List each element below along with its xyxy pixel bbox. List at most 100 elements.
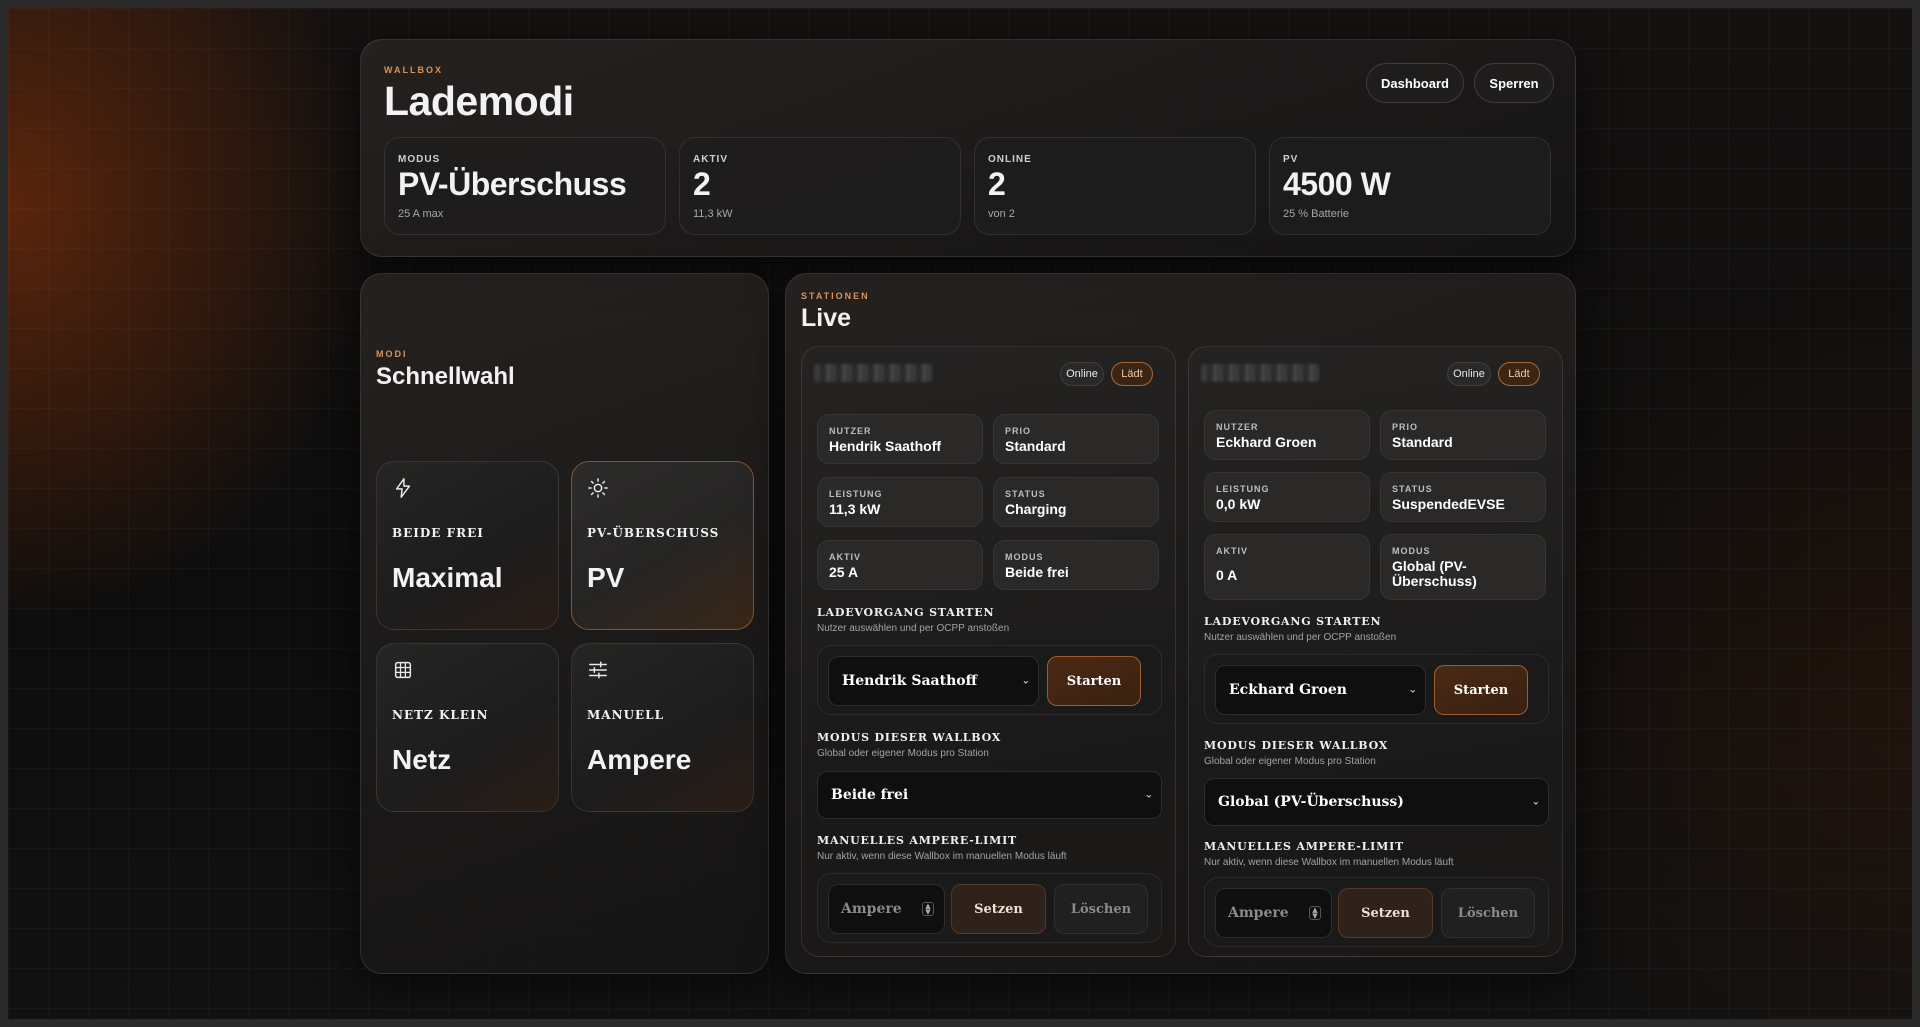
header-card: WALLBOX Lademodi Dashboard Sperren MODUS… xyxy=(360,39,1576,257)
mode-tile-label: PV-ÜBERSCHUSS xyxy=(587,526,720,540)
sliders-icon xyxy=(589,661,607,679)
stat-label: PV xyxy=(1283,154,1299,165)
stat-value: 4500 W xyxy=(1283,166,1391,202)
info-label: PRIO xyxy=(1005,426,1032,436)
start-well: Hendrik Saathoff ⌄ Starten xyxy=(817,645,1162,715)
stat-card-online: ONLINE 2 von 2 xyxy=(974,137,1256,235)
info-label: AKTIV xyxy=(829,552,861,562)
stations-card: STATIONEN Live Online Lädt NUTZER Hendri… xyxy=(785,273,1576,974)
stat-sub: von 2 xyxy=(988,208,1015,220)
lock-button[interactable]: Sperren xyxy=(1474,63,1554,103)
bolt-icon xyxy=(395,478,411,498)
info-prio: PRIO Standard xyxy=(993,414,1159,464)
stat-value: 2 xyxy=(988,166,1006,202)
mode-section-subtitle: Global oder eigener Modus pro Station xyxy=(1204,756,1376,767)
stat-value: PV-Überschuss xyxy=(398,166,627,202)
chevron-down-icon: ⌄ xyxy=(1144,789,1153,801)
user-select[interactable]: Hendrik Saathoff ⌄ xyxy=(828,656,1039,706)
start-button[interactable]: Starten xyxy=(1434,665,1528,715)
stat-label: ONLINE xyxy=(988,154,1032,165)
amp-section-subtitle: Nur aktiv, wenn diese Wallbox im manuell… xyxy=(1204,857,1454,868)
mode-select[interactable]: Beide frei ⌄ xyxy=(817,771,1162,819)
stepper-icon[interactable]: ▲ ▼ xyxy=(1309,906,1321,920)
set-button[interactable]: Setzen xyxy=(1338,888,1433,938)
amp-section-title: MANUELLES AMPERE-LIMIT xyxy=(817,834,1018,847)
mode-select-value: Beide frei xyxy=(831,787,909,803)
mode-tile-value: Maximal xyxy=(392,562,503,593)
info-label: PRIO xyxy=(1392,422,1419,432)
charging-badge: Lädt xyxy=(1111,362,1153,386)
info-value: Beide frei xyxy=(1005,564,1069,580)
mode-section-subtitle: Global oder eigener Modus pro Station xyxy=(817,748,989,759)
info-value: 0 A xyxy=(1216,567,1238,583)
user-select[interactable]: Eckhard Groen ⌄ xyxy=(1215,665,1426,715)
mode-tile-beide-frei[interactable]: BEIDE FREI Maximal xyxy=(376,461,559,630)
amp-well: Ampere ▲ ▼ Setzen Löschen xyxy=(1204,877,1549,947)
amp-section-subtitle: Nur aktiv, wenn diese Wallbox im manuell… xyxy=(817,851,1067,862)
online-badge: Online xyxy=(1447,362,1491,386)
mode-tile-label: MANUELL xyxy=(587,708,665,722)
mode-tile-netz-klein[interactable]: NETZ KLEIN Netz xyxy=(376,643,559,812)
mode-tile-value: PV xyxy=(587,562,625,593)
stepper-icon[interactable]: ▲ ▼ xyxy=(922,902,934,916)
station-card-1: Online Lädt NUTZER Hendrik Saathoff PRIO… xyxy=(801,346,1176,957)
info-value: 0,0 kW xyxy=(1216,496,1261,512)
info-active: AKTIV 25 A xyxy=(817,540,983,590)
info-status: STATUS SuspendedEVSE xyxy=(1380,472,1546,522)
info-label: MODUS xyxy=(1392,546,1431,556)
station-card-2: Online Lädt NUTZER Eckhard Groen PRIO St… xyxy=(1188,346,1563,957)
chevron-down-icon: ⌄ xyxy=(1408,684,1417,696)
modes-title: Schnellwahl xyxy=(376,363,515,390)
stat-card-mode: MODUS PV-Überschuss 25 A max xyxy=(384,137,666,235)
page-title: Lademodi xyxy=(384,78,574,124)
info-power: LEISTUNG 0,0 kW xyxy=(1204,472,1370,522)
start-section-title: LADEVORGANG STARTEN xyxy=(1204,615,1382,628)
info-value: Standard xyxy=(1392,434,1453,450)
info-label: LEISTUNG xyxy=(1216,484,1270,494)
clear-button[interactable]: Löschen xyxy=(1054,884,1148,934)
info-label: STATUS xyxy=(1005,489,1046,499)
amp-well: Ampere ▲ ▼ Setzen Löschen xyxy=(817,873,1162,943)
dashboard-button[interactable]: Dashboard xyxy=(1366,63,1464,103)
info-label: LEISTUNG xyxy=(829,489,883,499)
mode-tile-value: Netz xyxy=(392,744,452,775)
info-user: NUTZER Eckhard Groen xyxy=(1204,410,1370,460)
info-value: 11,3 kW xyxy=(829,501,881,517)
stat-sub: 25 % Batterie xyxy=(1283,208,1350,220)
mode-select[interactable]: Global (PV-Überschuss) ⌄ xyxy=(1204,778,1549,826)
mode-tile-label: NETZ KLEIN xyxy=(392,708,489,722)
start-well: Eckhard Groen ⌄ Starten xyxy=(1204,654,1549,724)
start-button[interactable]: Starten xyxy=(1047,656,1141,706)
info-prio: PRIO Standard xyxy=(1380,410,1546,460)
start-section-subtitle: Nutzer auswählen und per OCPP anstoßen xyxy=(1204,632,1397,643)
info-active: AKTIV 0 A xyxy=(1204,534,1370,600)
info-mode: MODUS Beide frei xyxy=(993,540,1159,590)
info-value: 25 A xyxy=(829,564,859,580)
amp-section-title: MANUELLES AMPERE-LIMIT xyxy=(1204,840,1405,853)
ampere-input[interactable]: Ampere ▲ ▼ xyxy=(1215,888,1332,938)
ampere-input[interactable]: Ampere ▲ ▼ xyxy=(828,884,945,934)
header-eyebrow: WALLBOX xyxy=(384,65,443,75)
start-section-subtitle: Nutzer auswählen und per OCPP anstoßen xyxy=(817,623,1010,634)
info-user: NUTZER Hendrik Saathoff xyxy=(817,414,983,464)
mode-tile-pv-ueberschuss[interactable]: PV-ÜBERSCHUSS PV xyxy=(571,461,754,630)
ampere-input-placeholder: Ampere xyxy=(841,901,902,917)
stat-label: AKTIV xyxy=(693,154,728,165)
stat-card-active: AKTIV 2 11,3 kW xyxy=(679,137,961,235)
clear-button[interactable]: Löschen xyxy=(1441,888,1535,938)
set-button[interactable]: Setzen xyxy=(951,884,1046,934)
info-mode: MODUS Global (PV-Überschuss) xyxy=(1380,534,1546,600)
station-name-redacted xyxy=(1201,364,1319,382)
mode-section-title: MODUS DIESER WALLBOX xyxy=(1204,739,1389,752)
user-select-value: Hendrik Saathoff xyxy=(842,673,978,689)
info-label: NUTZER xyxy=(1216,422,1259,432)
info-value: Standard xyxy=(1005,438,1066,454)
info-label: MODUS xyxy=(1005,552,1044,562)
info-value: Hendrik Saathoff xyxy=(829,438,942,454)
info-value: Global (PV-Überschuss) xyxy=(1392,558,1477,589)
info-label: AKTIV xyxy=(1216,546,1248,556)
chevron-down-icon: ⌄ xyxy=(1531,796,1540,808)
charging-badge: Lädt xyxy=(1498,362,1540,386)
info-status: STATUS Charging xyxy=(993,477,1159,527)
mode-tile-manuell[interactable]: MANUELL Ampere xyxy=(571,643,754,812)
